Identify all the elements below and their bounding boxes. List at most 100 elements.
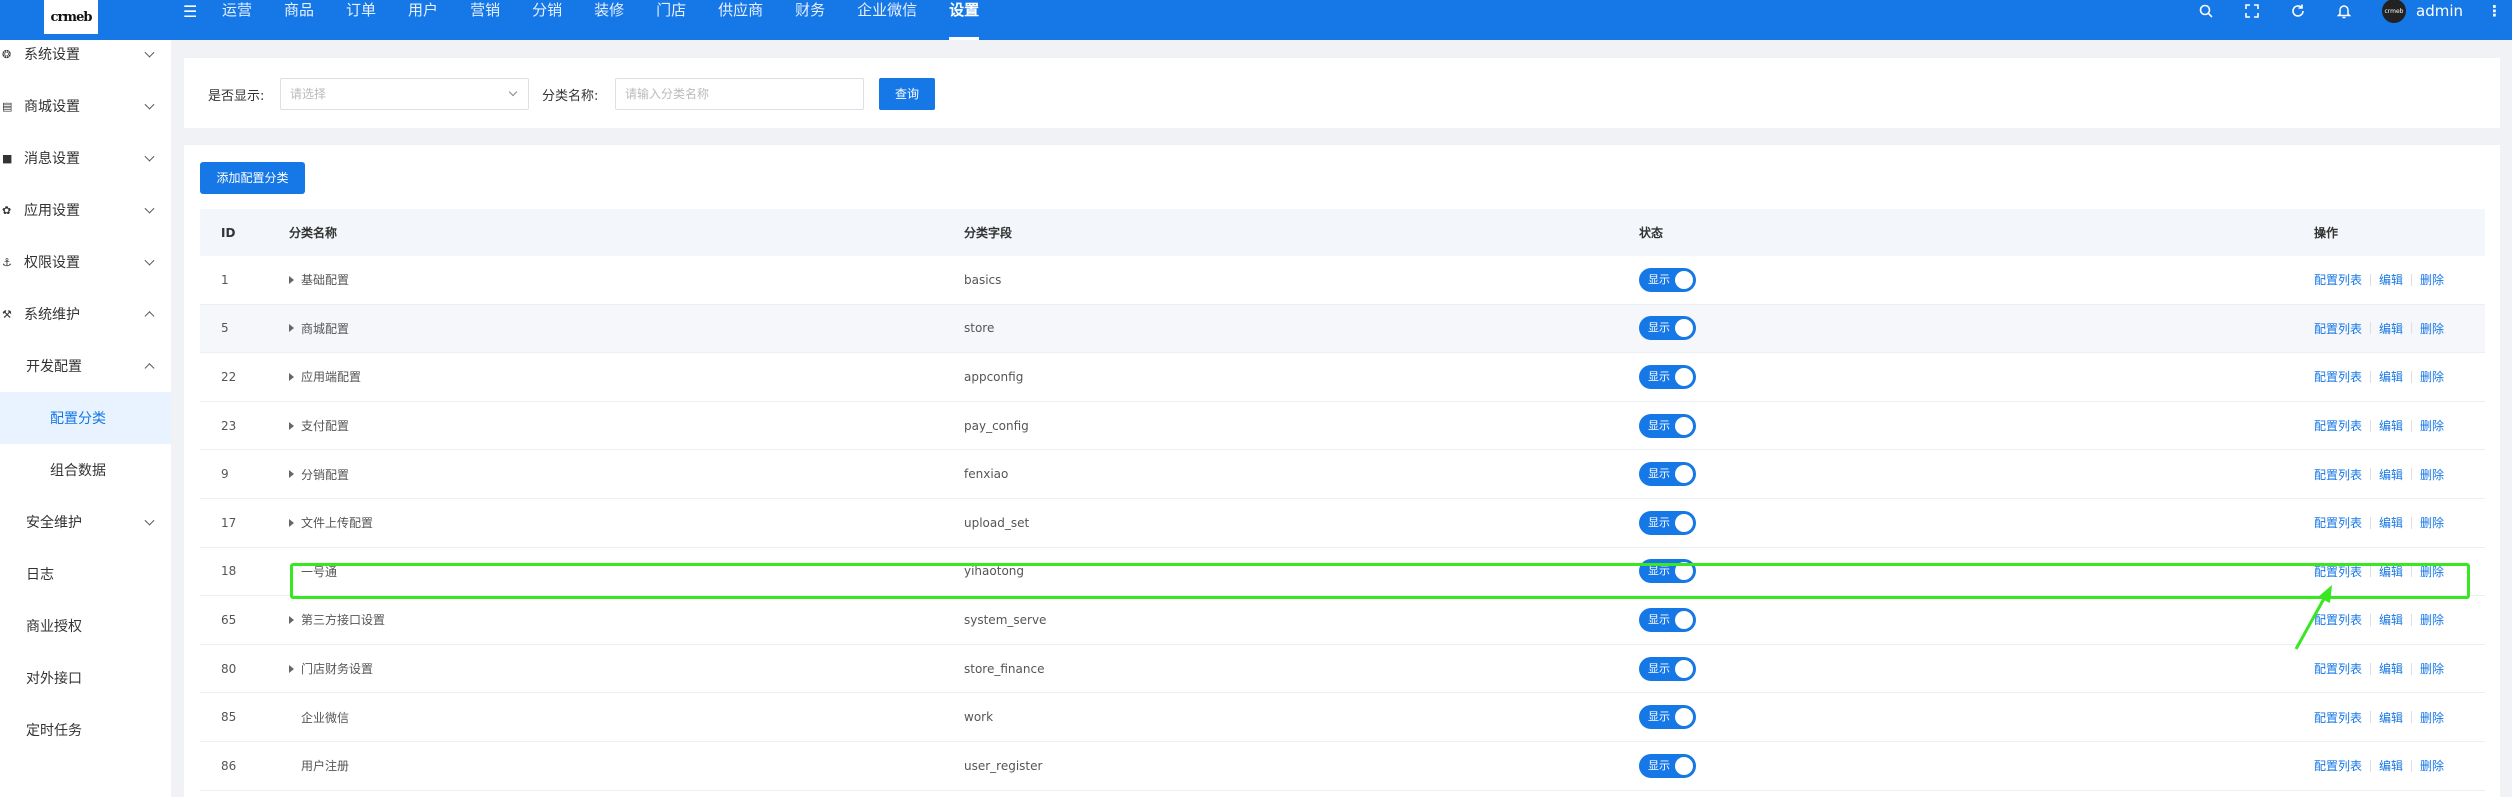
config-list-link[interactable]: 配置列表 bbox=[2314, 757, 2362, 774]
add-config-category-button[interactable]: 添加配置分类 bbox=[200, 162, 305, 194]
top-nav-item[interactable]: 运营 bbox=[222, 0, 252, 40]
top-nav-item[interactable]: 订单 bbox=[346, 0, 376, 40]
status-toggle[interactable]: 显示 bbox=[1639, 267, 1696, 292]
expand-arrow-icon[interactable] bbox=[289, 372, 294, 381]
delete-link[interactable]: 删除 bbox=[2420, 709, 2444, 726]
edit-link[interactable]: 编辑 bbox=[2379, 271, 2403, 288]
delete-link[interactable]: 删除 bbox=[2420, 417, 2444, 434]
delete-link[interactable]: 删除 bbox=[2420, 514, 2444, 531]
config-list-link[interactable]: 配置列表 bbox=[2314, 514, 2362, 531]
sidebar-item[interactable]: 安全维护 bbox=[0, 496, 171, 548]
username[interactable]: admin bbox=[2416, 2, 2463, 20]
top-nav-item[interactable]: 门店 bbox=[656, 0, 686, 40]
sidebar-item[interactable]: ⚒ 系统维护 bbox=[0, 288, 171, 340]
edit-link[interactable]: 编辑 bbox=[2379, 757, 2403, 774]
status-toggle[interactable]: 显示 bbox=[1639, 607, 1696, 632]
edit-link[interactable]: 编辑 bbox=[2379, 660, 2403, 677]
delete-link[interactable]: 删除 bbox=[2420, 757, 2444, 774]
config-list-link[interactable]: 配置列表 bbox=[2314, 320, 2362, 337]
top-nav-item[interactable]: 设置 bbox=[949, 0, 980, 40]
top-nav-item[interactable]: 营销 bbox=[470, 0, 500, 40]
more-icon[interactable]: ⋮ bbox=[2487, 2, 2502, 20]
expand-arrow-icon[interactable] bbox=[289, 275, 294, 284]
menu-collapse-icon[interactable]: ☰ bbox=[183, 2, 197, 21]
query-button[interactable]: 查询 bbox=[879, 78, 935, 110]
top-nav-item[interactable]: 商品 bbox=[284, 0, 314, 40]
divider bbox=[2411, 662, 2413, 675]
status-toggle[interactable]: 显示 bbox=[1639, 705, 1696, 730]
name-search-input[interactable]: 请输入分类名称 bbox=[615, 78, 864, 110]
status-toggle-label: 显示 bbox=[1648, 272, 1670, 286]
avatar[interactable]: crmeb bbox=[2382, 0, 2406, 23]
top-nav-item[interactable]: 装修 bbox=[594, 0, 624, 40]
sidebar-item[interactable]: 配置分类 bbox=[0, 392, 171, 444]
sidebar-item[interactable]: 开发配置 bbox=[0, 340, 171, 392]
sidebar-item[interactable]: ■ 消息设置 bbox=[0, 132, 171, 184]
expand-arrow-icon[interactable] bbox=[289, 324, 294, 333]
expand-arrow-icon[interactable] bbox=[289, 664, 294, 673]
show-select[interactable]: 请选择 bbox=[280, 78, 529, 110]
row-name: 门店财务设置 bbox=[301, 662, 374, 677]
expand-arrow-icon[interactable] bbox=[289, 615, 294, 624]
edit-link[interactable]: 编辑 bbox=[2379, 417, 2403, 434]
delete-link[interactable]: 删除 bbox=[2420, 271, 2444, 288]
edit-link[interactable]: 编辑 bbox=[2379, 709, 2403, 726]
top-nav-item[interactable]: 供应商 bbox=[718, 0, 763, 40]
sidebar-item[interactable]: 组合数据 bbox=[0, 444, 171, 496]
expand-arrow-icon[interactable] bbox=[289, 518, 294, 527]
config-list-link[interactable]: 配置列表 bbox=[2314, 417, 2362, 434]
top-nav-item[interactable]: 企业微信 bbox=[857, 0, 917, 40]
delete-link[interactable]: 删除 bbox=[2420, 320, 2444, 337]
delete-link[interactable]: 删除 bbox=[2420, 611, 2444, 628]
sidebar-item[interactable]: ⚓ 权限设置 bbox=[0, 236, 171, 288]
sidebar-item[interactable]: ✿ 应用设置 bbox=[0, 184, 171, 236]
table-body: 1 基础配置 basics 显示 配置列表 编辑 删除 5 商城配置 store 显示 配置列表 编辑删… bbox=[200, 256, 2485, 791]
status-toggle[interactable]: 显示 bbox=[1639, 316, 1696, 341]
sidebar-item[interactable]: 对外接口 bbox=[0, 652, 171, 704]
edit-link[interactable]: 编辑 bbox=[2379, 320, 2403, 337]
top-nav-item[interactable]: 分销 bbox=[532, 0, 562, 40]
refresh-icon[interactable] bbox=[2290, 3, 2306, 19]
config-list-link[interactable]: 配置列表 bbox=[2314, 368, 2362, 385]
chevron-down-icon bbox=[144, 203, 155, 214]
row-operations: 配置列表 编辑 删除 bbox=[2314, 693, 2444, 741]
expand-arrow-icon[interactable] bbox=[289, 421, 294, 430]
sidebar-item[interactable]: 日志 bbox=[0, 548, 171, 600]
show-select-placeholder: 请选择 bbox=[290, 87, 327, 101]
row-name-cell: 支付配置 bbox=[289, 402, 349, 450]
delete-link[interactable]: 删除 bbox=[2420, 466, 2444, 483]
config-list-link[interactable]: 配置列表 bbox=[2314, 466, 2362, 483]
config-list-link[interactable]: 配置列表 bbox=[2314, 271, 2362, 288]
search-icon[interactable] bbox=[2198, 3, 2214, 19]
edit-link[interactable]: 编辑 bbox=[2379, 514, 2403, 531]
status-toggle[interactable]: 显示 bbox=[1639, 364, 1696, 389]
annotation-highlight-box bbox=[290, 563, 2470, 599]
edit-link[interactable]: 编辑 bbox=[2379, 466, 2403, 483]
top-nav-item[interactable]: 用户 bbox=[408, 0, 438, 40]
edit-link[interactable]: 编辑 bbox=[2379, 368, 2403, 385]
row-field: upload_set bbox=[964, 515, 1030, 530]
edit-link[interactable]: 编辑 bbox=[2379, 611, 2403, 628]
bell-icon[interactable] bbox=[2336, 3, 2352, 19]
sidebar-item[interactable]: 商业授权 bbox=[0, 600, 171, 652]
status-toggle[interactable]: 显示 bbox=[1639, 413, 1696, 438]
delete-link[interactable]: 删除 bbox=[2420, 660, 2444, 677]
toggle-knob bbox=[1675, 513, 1693, 532]
row-field: fenxiao bbox=[964, 467, 1009, 482]
sidebar-item[interactable]: ▤ 商城设置 bbox=[0, 80, 171, 132]
status-toggle[interactable]: 显示 bbox=[1639, 462, 1696, 487]
sidebar-item[interactable]: ❂ 系统设置 bbox=[0, 28, 171, 80]
row-field: pay_config bbox=[964, 418, 1029, 433]
divider bbox=[2370, 662, 2372, 675]
sidebar-item[interactable]: 定时任务 bbox=[0, 704, 171, 756]
fullscreen-icon[interactable] bbox=[2244, 3, 2260, 19]
delete-link[interactable]: 删除 bbox=[2420, 368, 2444, 385]
status-toggle[interactable]: 显示 bbox=[1639, 656, 1696, 681]
config-list-link[interactable]: 配置列表 bbox=[2314, 709, 2362, 726]
config-list-link[interactable]: 配置列表 bbox=[2314, 660, 2362, 677]
top-nav-item[interactable]: 财务 bbox=[795, 0, 825, 40]
expand-arrow-icon[interactable] bbox=[289, 470, 294, 479]
status-toggle[interactable]: 显示 bbox=[1639, 753, 1696, 778]
row-field: appconfig bbox=[964, 369, 1024, 384]
status-toggle[interactable]: 显示 bbox=[1639, 510, 1696, 535]
